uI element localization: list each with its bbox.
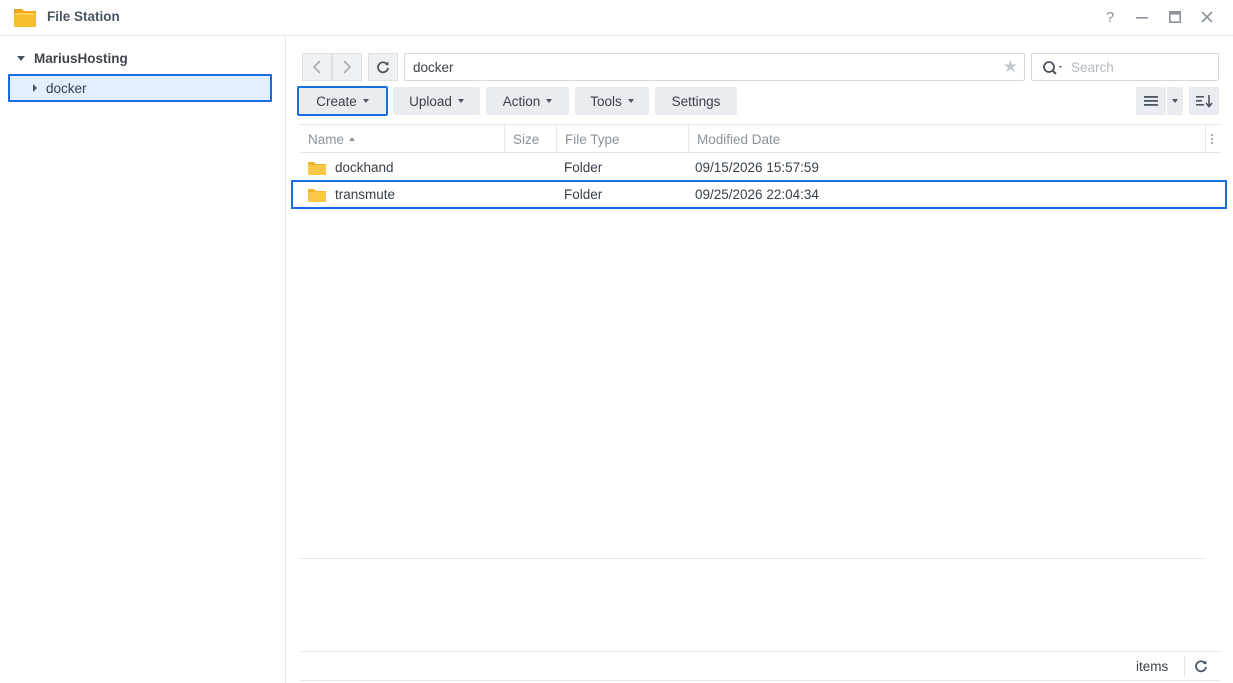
table-header: Name Size File Type Modified Date xyxy=(300,124,1221,153)
help-icon[interactable]: ? xyxy=(1098,6,1122,28)
column-options-icon[interactable] xyxy=(1206,125,1221,153)
modified-cell: 09/15/2026 15:57:59 xyxy=(695,160,819,175)
action-button[interactable]: Action xyxy=(486,87,569,115)
search-placeholder: Search xyxy=(1071,60,1114,75)
column-header-label: Modified Date xyxy=(697,131,781,147)
name-cell: dockhand xyxy=(308,154,394,181)
tools-label: Tools xyxy=(590,93,622,109)
column-header-label: File Type xyxy=(565,131,620,147)
sort-ascending-icon xyxy=(349,137,356,141)
path-text: docker xyxy=(413,60,454,75)
refresh-button[interactable] xyxy=(368,53,398,81)
tools-button[interactable]: Tools xyxy=(575,87,649,115)
divider xyxy=(300,651,1221,652)
dropdown-caret-icon xyxy=(627,99,634,103)
window-title: File Station xyxy=(47,9,120,24)
column-header-label: Name xyxy=(308,131,345,147)
list-view-icon xyxy=(1144,96,1158,106)
column-header-label: Size xyxy=(513,131,540,147)
view-dropdown-button[interactable] xyxy=(1167,87,1183,115)
forward-button[interactable] xyxy=(332,53,362,81)
divider xyxy=(300,680,1221,681)
column-header-type[interactable]: File Type xyxy=(557,125,689,153)
column-header-modified[interactable]: Modified Date xyxy=(689,125,1206,153)
items-count-label: items xyxy=(1136,659,1169,674)
file-station-app-icon xyxy=(14,9,36,27)
chevron-right-icon xyxy=(343,60,352,74)
expand-triangle-icon[interactable] xyxy=(17,56,25,61)
table-row[interactable]: dockhand Folder 09/15/2026 15:57:59 xyxy=(300,154,1221,181)
back-button[interactable] xyxy=(302,53,332,81)
create-label: Create xyxy=(316,93,357,109)
title-bar: File Station ? xyxy=(0,0,1233,36)
collapse-triangle-icon[interactable] xyxy=(33,84,37,92)
settings-label: Settings xyxy=(671,93,721,109)
close-icon[interactable] xyxy=(1195,6,1219,28)
column-header-size[interactable]: Size xyxy=(505,125,557,153)
refresh-icon[interactable] xyxy=(1194,659,1208,673)
sidebar-item-label: docker xyxy=(46,80,87,96)
upload-button[interactable]: Upload xyxy=(393,87,480,115)
list-view-button[interactable] xyxy=(1136,87,1166,115)
dropdown-caret-icon xyxy=(362,99,369,103)
upload-label: Upload xyxy=(409,93,452,109)
chevron-left-icon xyxy=(312,60,321,74)
divider xyxy=(300,558,1206,559)
search-icon[interactable] xyxy=(1042,60,1066,76)
sidebar: MariusHosting docker xyxy=(0,37,286,683)
chevron-down-icon xyxy=(1172,99,1178,103)
row-highlight xyxy=(291,180,1227,209)
divider xyxy=(1184,656,1185,676)
path-field[interactable]: docker ★ xyxy=(404,53,1025,81)
tree-root[interactable]: MariusHosting xyxy=(14,51,128,66)
sort-button[interactable] xyxy=(1189,87,1219,115)
favorite-star-icon[interactable]: ★ xyxy=(1003,57,1018,77)
file-name: dockhand xyxy=(335,160,394,175)
type-cell: Folder xyxy=(564,160,603,175)
create-button[interactable]: Create xyxy=(297,86,388,116)
dropdown-caret-icon xyxy=(457,99,464,103)
tree-root-label: MariusHosting xyxy=(34,51,128,66)
dropdown-caret-icon xyxy=(546,99,553,103)
minimize-icon[interactable] xyxy=(1130,6,1154,28)
search-input[interactable]: Search xyxy=(1031,53,1219,81)
sort-icon xyxy=(1196,95,1213,108)
settings-button[interactable]: Settings xyxy=(655,87,737,115)
sidebar-item-docker[interactable]: docker xyxy=(8,74,272,102)
refresh-icon xyxy=(377,61,389,74)
action-label: Action xyxy=(502,93,541,109)
maximize-icon[interactable] xyxy=(1163,6,1187,28)
column-header-name[interactable]: Name xyxy=(300,125,505,153)
folder-icon xyxy=(308,161,326,175)
